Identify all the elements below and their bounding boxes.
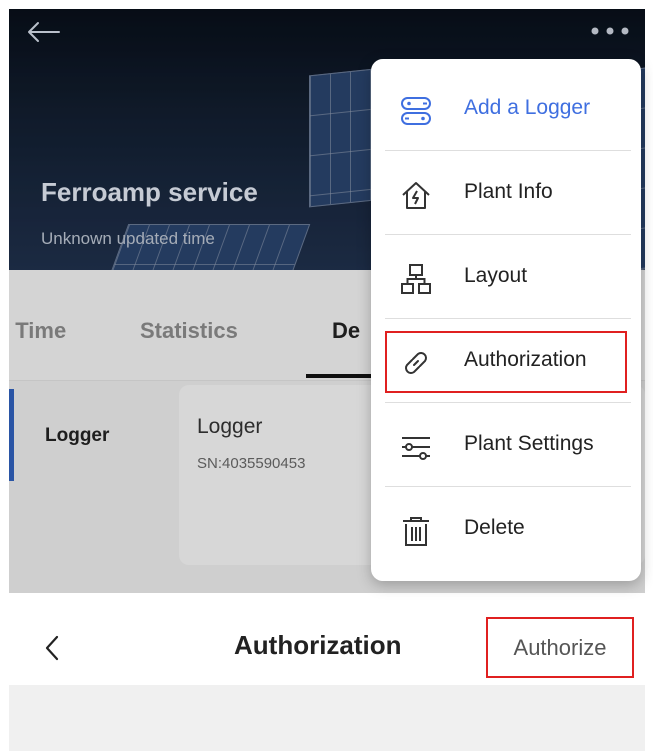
plant-info-icon xyxy=(399,178,433,212)
menu-item-delete[interactable]: Delete xyxy=(371,487,641,571)
trash-icon xyxy=(399,514,433,548)
content-area xyxy=(9,685,645,751)
authorize-button[interactable]: Authorize xyxy=(486,617,634,678)
add-logger-icon xyxy=(399,94,433,128)
layout-icon xyxy=(399,262,433,296)
page-title: Authorization xyxy=(234,630,402,660)
menu-item-label: Layout xyxy=(464,264,528,287)
menu-item-label: Add a Logger xyxy=(464,96,591,119)
menu-item-add-logger[interactable]: Add a Logger xyxy=(371,67,641,151)
authorization-highlight xyxy=(385,331,627,393)
chevron-left-icon[interactable] xyxy=(40,631,64,665)
menu-item-label: Plant Info xyxy=(464,180,553,203)
sliders-icon xyxy=(399,430,433,464)
menu-item-layout[interactable]: Layout xyxy=(371,235,641,319)
menu-item-label: Plant Settings xyxy=(464,432,594,455)
menu-item-plant-settings[interactable]: Plant Settings xyxy=(371,403,641,487)
menu-item-plant-info[interactable]: Plant Info xyxy=(371,151,641,235)
more-menu: Add a Logger Plant Info Layout Authoriza… xyxy=(371,59,641,581)
menu-item-label: Delete xyxy=(464,516,525,539)
